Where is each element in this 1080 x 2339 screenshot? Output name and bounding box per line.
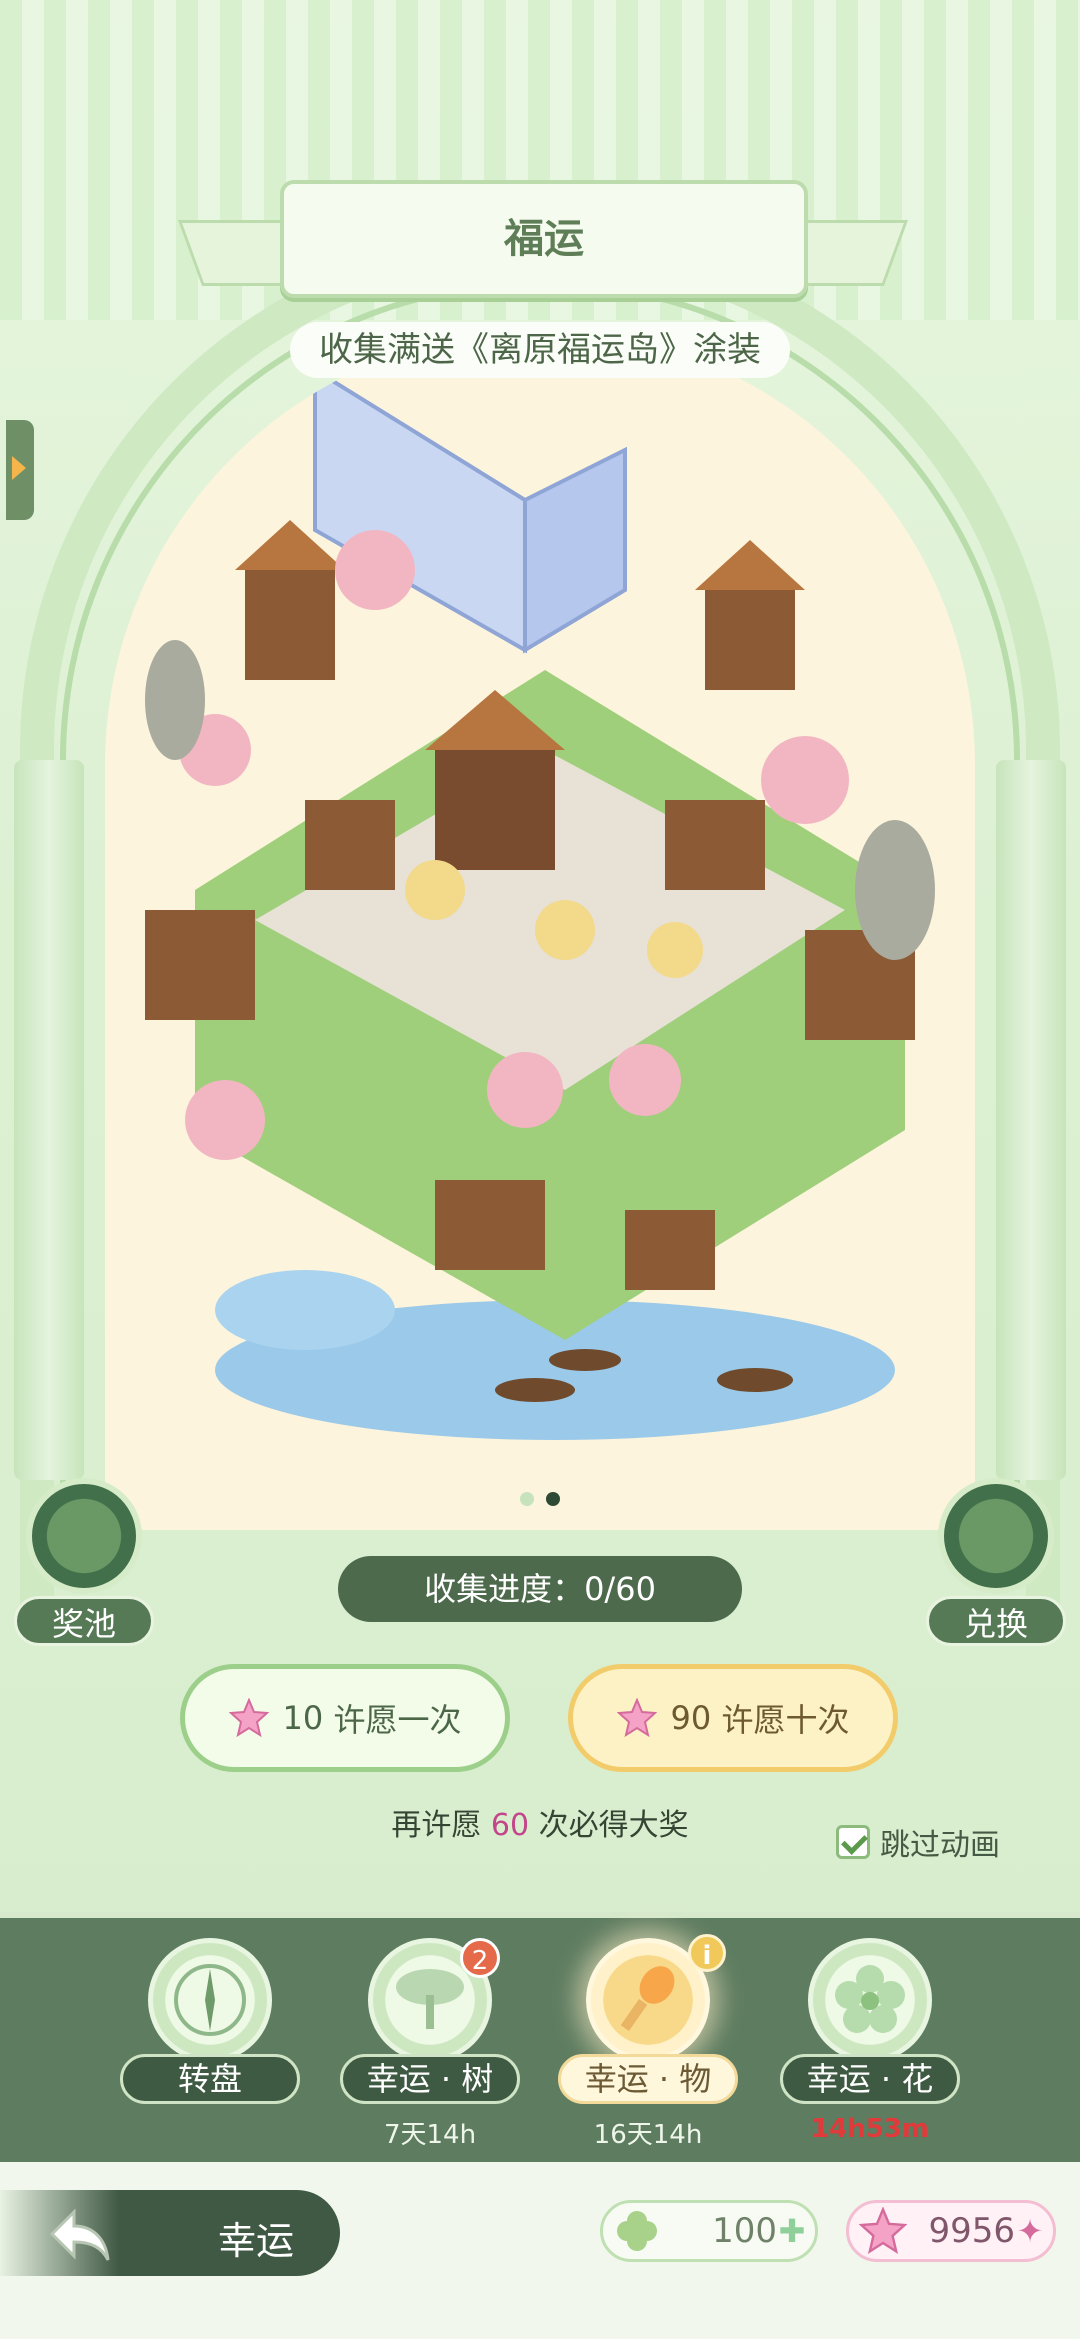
wish-once-button[interactable]: 10 许愿一次 [180, 1664, 510, 1772]
skip-animation-toggle[interactable]: 跳过动画 [836, 1822, 1000, 1863]
clover-currency[interactable]: 100 ✚ [600, 2200, 818, 2262]
guarantee-suffix: 次必得大奖 [529, 1808, 689, 1843]
flower-icon [808, 1938, 932, 2062]
tab-lucky-item[interactable]: i 幸运 · 物 16天14h [548, 1934, 748, 2164]
star-currency-icon [616, 1698, 657, 1738]
wish-once-count: 10 [282, 1699, 324, 1737]
tab-wheel[interactable]: 转盘 [110, 1934, 310, 2164]
arrow-right-icon [12, 456, 26, 480]
lucky-wish-screen: 福运 收集满送《离原福运岛》涂装 奖池 兑换 收集进度：0/60 10 许愿一次… [0, 0, 1080, 2339]
tab-timer: 7天14h [383, 2120, 477, 2150]
left-pillar [14, 760, 84, 1480]
clover-amount: 100 [712, 2211, 777, 2251]
wish-once-label: 许愿一次 [333, 1701, 462, 1739]
exchange-icon [938, 1478, 1054, 1594]
page-title: 福运 [504, 216, 584, 262]
title-ribbon: 福运 [280, 180, 808, 298]
tab-lucky-tree[interactable]: 2 幸运 · 树 7天14h [330, 1934, 530, 2164]
tab-label: 幸运 · 花 [780, 2054, 960, 2104]
gift-box-icon [26, 1478, 142, 1594]
island-preview[interactable] [105, 330, 975, 1530]
back-label: 幸运 [218, 2219, 295, 2263]
guarantee-prefix: 再许愿 [391, 1808, 491, 1843]
tab-lucky-flower[interactable]: 幸运 · 花 14h53m [770, 1934, 970, 2164]
exchange-button[interactable]: 兑换 [926, 1478, 1066, 1648]
notification-badge: 2 [460, 1938, 500, 1978]
guarantee-number: 60 [490, 1808, 530, 1843]
info-icon[interactable]: i [688, 1934, 726, 1972]
skip-animation-checkbox[interactable] [836, 1825, 870, 1859]
carousel-dot-1[interactable] [520, 1492, 534, 1506]
add-clover-icon[interactable]: ✚ [777, 2212, 807, 2250]
wish-ten-count: 90 [670, 1699, 712, 1737]
skip-animation-label: 跳过动画 [880, 1828, 1000, 1863]
prize-pool-button[interactable]: 奖池 [14, 1478, 154, 1648]
add-star-icon[interactable]: ✦ [1015, 2212, 1045, 2250]
reward-subtitle: 收集满送《离原福运岛》涂装 [290, 322, 790, 378]
carousel-dot-2[interactable] [546, 1492, 560, 1506]
right-pillar [996, 760, 1066, 1480]
compass-icon [148, 1938, 272, 2062]
side-drawer-tab[interactable] [6, 420, 34, 520]
back-arrow-icon[interactable] [44, 2204, 114, 2264]
tab-timer: 14h53m [811, 2114, 929, 2144]
clover-icon [617, 2211, 657, 2251]
star-currency[interactable]: 9956 ✦ [846, 2200, 1056, 2262]
tab-label: 幸运 · 物 [558, 2054, 738, 2104]
wish-ten-button[interactable]: 90 许愿十次 [568, 1664, 898, 1772]
star-currency-icon [228, 1698, 269, 1738]
collection-progress: 收集进度：0/60 [338, 1556, 742, 1622]
star-amount: 9956 [928, 2211, 1015, 2251]
exchange-label: 兑换 [926, 1596, 1066, 1646]
tab-label: 幸运 · 树 [340, 2054, 520, 2104]
tab-timer: 16天14h [593, 2120, 703, 2150]
tab-label: 转盘 [120, 2054, 300, 2104]
wish-ten-label: 许愿十次 [721, 1701, 850, 1739]
carousel-indicator [520, 1492, 580, 1508]
prize-pool-label: 奖池 [14, 1596, 154, 1646]
star-icon [859, 2207, 907, 2254]
island-illustration [145, 366, 935, 1440]
